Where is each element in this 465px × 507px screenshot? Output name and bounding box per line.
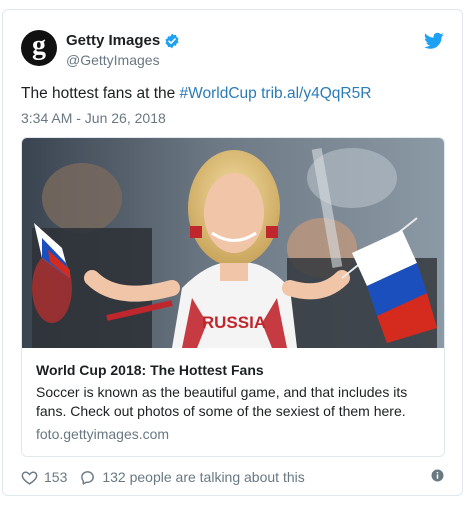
card-description: Soccer is known as the beautiful game, a… <box>36 384 408 419</box>
embedded-tweet: g Getty Images @GettyImages The hottest … <box>2 9 463 496</box>
card-domain[interactable]: foto.gettyimages.com <box>36 426 169 442</box>
heart-icon <box>21 470 38 485</box>
handle[interactable]: @GettyImages <box>66 52 160 68</box>
link-card[interactable]: RUSSIA World Cup 2018: The Hottest Fans … <box>21 137 445 457</box>
info-icon[interactable] <box>431 469 444 482</box>
avatar-letter: g <box>32 30 46 61</box>
hashtag-link[interactable]: #WorldCup <box>180 85 257 102</box>
card-image[interactable]: RUSSIA <box>22 138 445 348</box>
reply-bubble-icon <box>81 470 95 485</box>
like-count: 153 <box>44 469 68 485</box>
twitter-bird-icon[interactable] <box>424 32 444 50</box>
name-row[interactable]: Getty Images <box>66 32 180 49</box>
tweet-text: The hottest fans at the #WorldCup trib.a… <box>21 85 371 103</box>
tweet-text-plain: The hottest fans at the <box>21 85 180 102</box>
talk-text: 132 people are talking about this <box>102 469 305 485</box>
avatar[interactable]: g <box>21 30 57 66</box>
like-button[interactable]: 153 <box>21 469 79 486</box>
jersey-text: RUSSIA <box>202 313 266 332</box>
short-link[interactable]: trib.al/y4QqR5R <box>261 85 371 102</box>
card-title[interactable]: World Cup 2018: The Hottest Fans <box>36 362 264 378</box>
tweet-header: g Getty Images @GettyImages <box>21 30 444 74</box>
talk-button[interactable]: 132 people are talking about this <box>79 469 305 486</box>
timestamp[interactable]: 3:34 AM - Jun 26, 2018 <box>21 110 166 126</box>
verified-badge-icon <box>165 33 179 48</box>
display-name[interactable]: Getty Images <box>66 32 160 49</box>
tweet-actions: 153 132 people are talking about this <box>21 466 444 488</box>
